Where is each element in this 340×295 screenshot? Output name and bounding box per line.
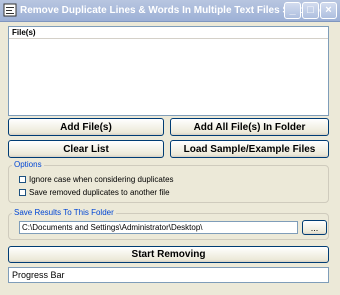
add-all-files-button[interactable]: Add All File(s) In Folder xyxy=(170,118,329,136)
save-removed-label: Save removed duplicates to another file xyxy=(29,188,170,197)
maximize-icon: □ xyxy=(307,4,314,16)
load-sample-button[interactable]: Load Sample/Example Files xyxy=(170,140,329,158)
save-folder-legend: Save Results To This Folder xyxy=(12,208,116,217)
title-bar[interactable]: Remove Duplicate Lines & Words In Multip… xyxy=(0,0,340,22)
save-folder-path-input[interactable]: C:\Documents and Settings\Administrator\… xyxy=(19,221,298,234)
start-removing-button[interactable]: Start Removing xyxy=(8,246,329,263)
close-button[interactable]: × xyxy=(320,2,337,19)
checkbox-box[interactable] xyxy=(19,189,26,196)
app-icon xyxy=(3,3,17,17)
minimize-icon: _ xyxy=(289,4,296,16)
options-legend: Options xyxy=(12,160,44,169)
add-files-button[interactable]: Add File(s) xyxy=(8,118,164,136)
save-removed-checkbox[interactable]: Save removed duplicates to another file xyxy=(19,188,170,197)
progress-bar: Progress Bar xyxy=(8,267,329,283)
save-folder-group: Save Results To This Folder C:\Documents… xyxy=(8,208,329,240)
maximize-button[interactable]: □ xyxy=(302,2,319,19)
browse-button[interactable]: ... xyxy=(302,220,327,235)
minimize-button[interactable]: _ xyxy=(284,2,301,19)
file-list-header[interactable]: File(s) xyxy=(9,27,328,39)
ignore-case-label: Ignore case when considering duplicates xyxy=(29,175,174,184)
checkbox-box[interactable] xyxy=(19,176,26,183)
window-title: Remove Duplicate Lines & Words In Multip… xyxy=(20,5,325,16)
options-group: Options Ignore case when considering dup… xyxy=(8,160,329,203)
file-list[interactable]: File(s) xyxy=(8,26,329,116)
clear-list-button[interactable]: Clear List xyxy=(8,140,164,158)
close-icon: × xyxy=(325,4,332,16)
ignore-case-checkbox[interactable]: Ignore case when considering duplicates xyxy=(19,175,174,184)
